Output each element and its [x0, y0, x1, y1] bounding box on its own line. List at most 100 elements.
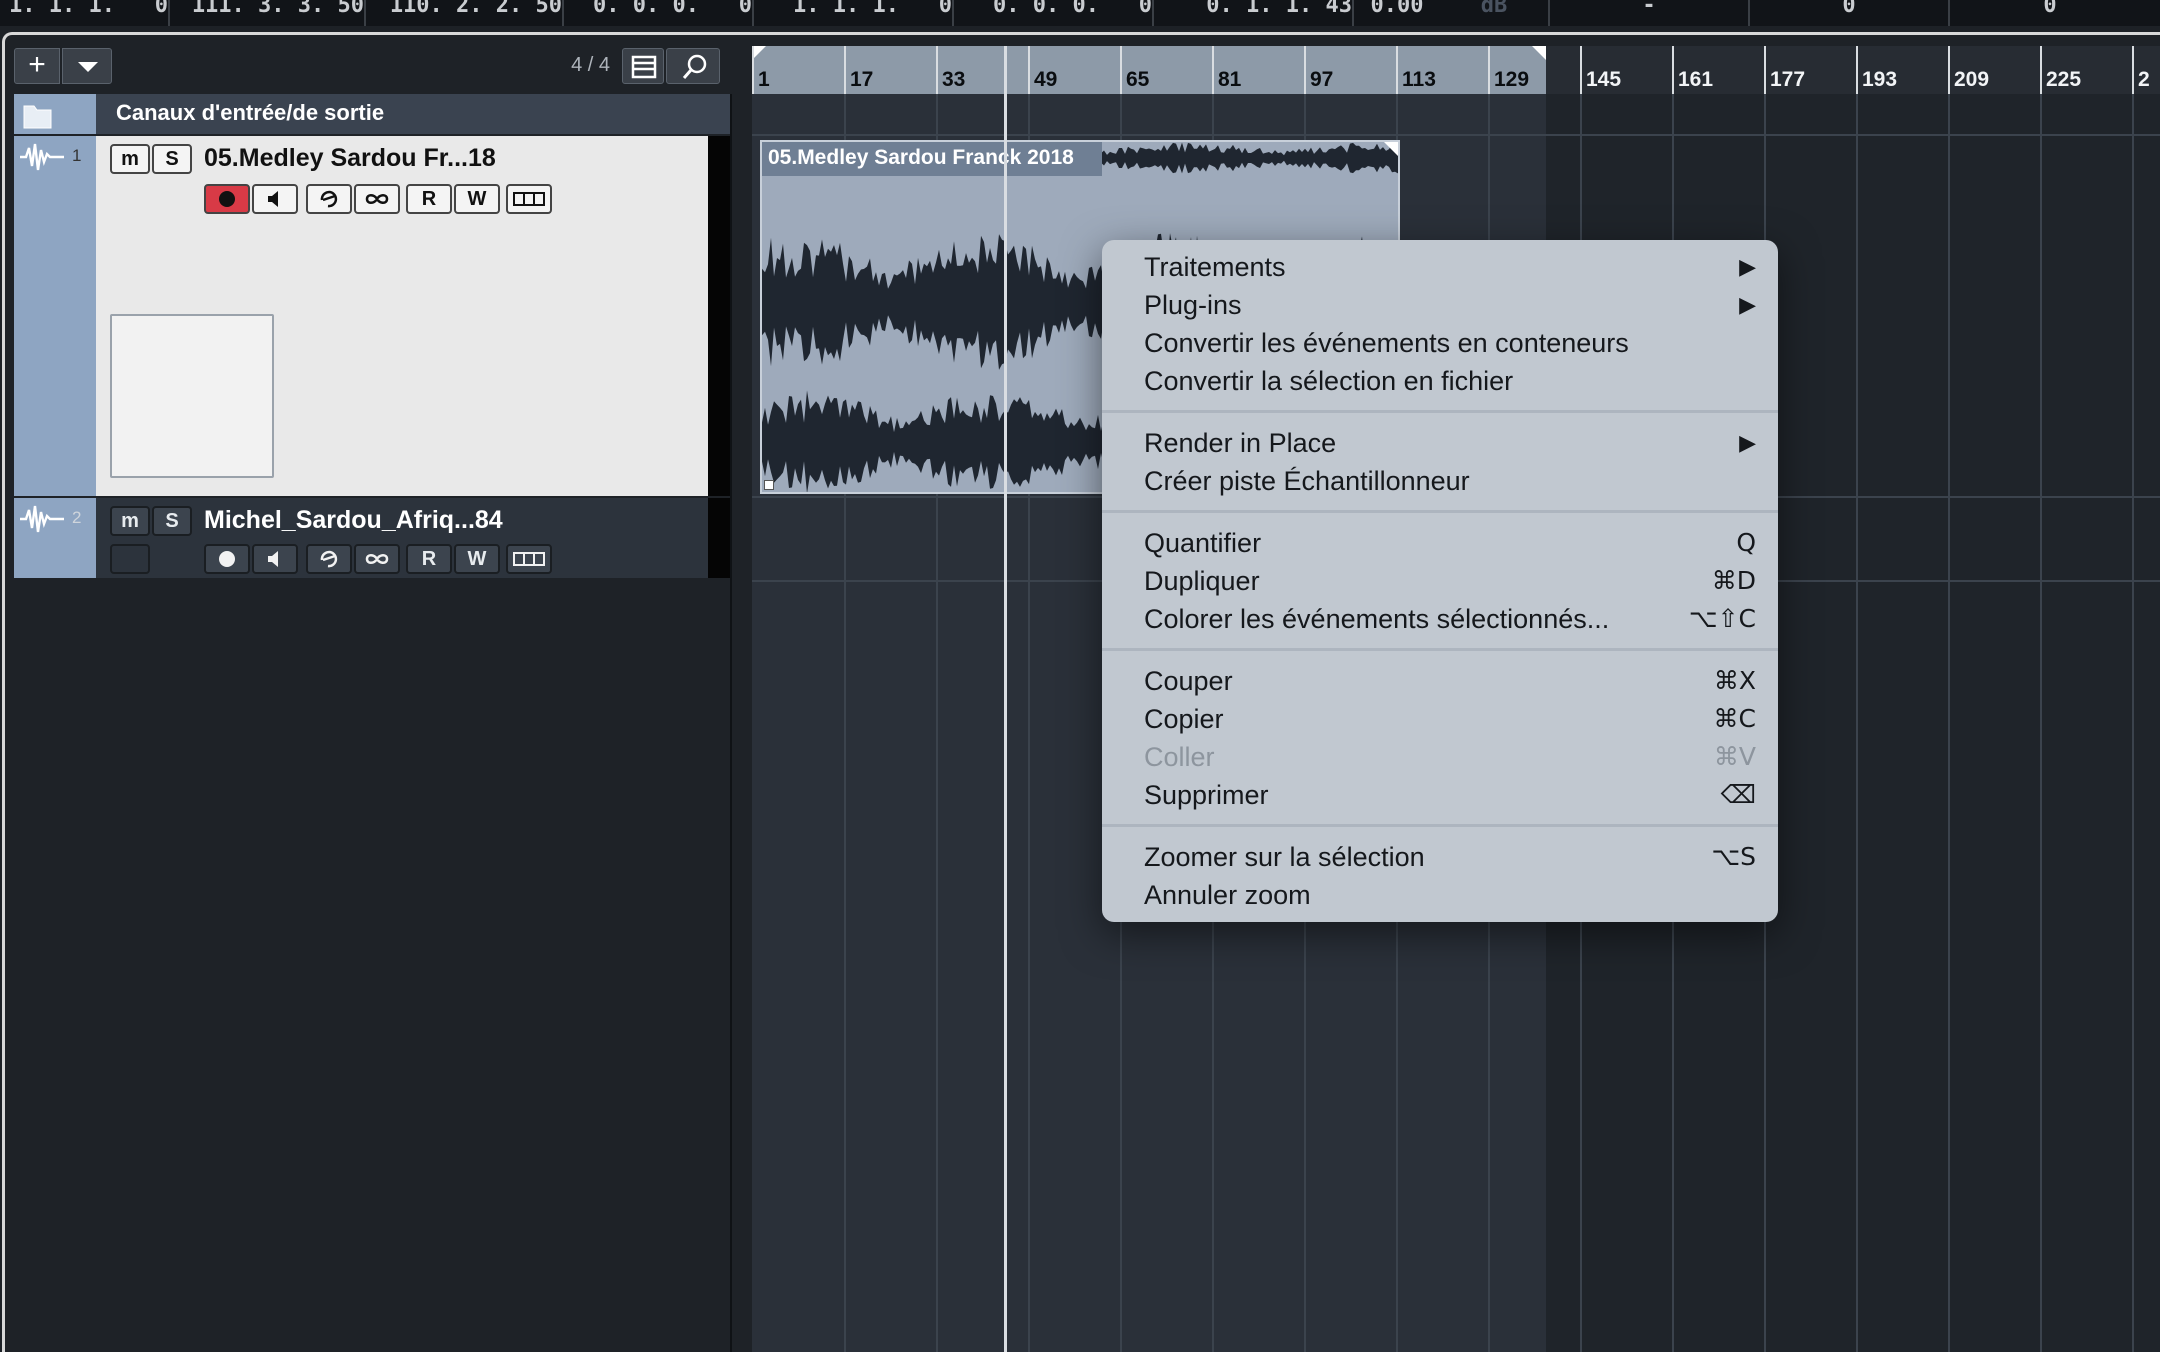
keyboard-button[interactable] [506, 544, 552, 574]
track-list-view-button[interactable] [622, 48, 664, 84]
mute-button[interactable]: m [110, 144, 150, 174]
keyboard-icon [513, 552, 545, 566]
menu-item-delete[interactable]: Supprimer ⌫ [1144, 776, 1756, 814]
menu-item-quantize[interactable]: Quantifier Q [1144, 524, 1756, 562]
read-automation-button[interactable]: R [406, 184, 452, 214]
menu-item-traitements[interactable]: Traitements ▶ [1144, 248, 1756, 286]
track-search-button[interactable] [666, 48, 720, 84]
transport-locator-left[interactable]: 111. 3. 3. 50 [170, 0, 366, 26]
event-volume-handle[interactable] [764, 480, 774, 490]
write-automation-button[interactable]: W [454, 544, 500, 574]
keyboard-icon [513, 192, 545, 206]
delete-key-icon: ⌫ [1720, 780, 1756, 809]
track-picture-placeholder[interactable] [110, 314, 274, 478]
menu-item-convert-to-parts[interactable]: Convertir les événements en conteneurs [1144, 324, 1744, 362]
audio-waveform-icon [20, 143, 64, 171]
link-button[interactable] [354, 184, 400, 214]
right-locator-marker[interactable] [1532, 46, 1546, 60]
menu-item-cut[interactable]: Couper ⌘X [1144, 662, 1756, 700]
timeline-ruler[interactable]: 1 17 33 49 65 81 97 113 129 145 161 177 193 209 225 2 [752, 46, 2160, 94]
solo-button[interactable]: S [152, 144, 192, 174]
ruler-bar-label: 193 [1862, 68, 1898, 91]
track-color-swatch[interactable] [110, 544, 150, 574]
shortcut: ⌘X [1713, 666, 1756, 695]
menu-item-duplicate[interactable]: Dupliquer ⌘D [1144, 562, 1756, 600]
transport-preroll[interactable]: 0. 0. 0. 0 [564, 0, 754, 26]
track-name[interactable]: Michel_Sardou_Afriq...84 [204, 506, 503, 535]
track-list-divider[interactable] [730, 94, 732, 1352]
left-locator-marker[interactable] [752, 46, 766, 60]
track-2[interactable]: 2 m S Michel_Sardou_Afriq...84 R W [14, 498, 730, 578]
transport-punch-in[interactable]: 1. 1. 1. 0 [754, 0, 954, 26]
add-track-menu-button[interactable] [62, 48, 112, 84]
submenu-arrow-icon: ▶ [1739, 254, 1756, 279]
shortcut: ⌥S [1711, 842, 1756, 871]
ruler-bar-label: 113 [1402, 68, 1436, 91]
menu-item-convert-selection-to-file[interactable]: Convertir la sélection en fichier [1144, 362, 1744, 400]
menu-item-plug-ins[interactable]: Plug-ins ▶ [1144, 286, 1756, 324]
grid-line [2132, 94, 2134, 1352]
io-channels-folder[interactable]: Canaux d'entrée/de sortie [14, 94, 730, 134]
menu-item-color-selected-events[interactable]: Colorer les événements sélectionnés... ⌥… [1144, 600, 1756, 638]
read-automation-button[interactable]: R [406, 544, 452, 574]
level-unit: dB [1440, 0, 1550, 26]
ruler-tick [936, 46, 938, 94]
solo-button[interactable]: S [152, 506, 192, 536]
speaker-icon [268, 551, 278, 567]
mute-button[interactable]: m [110, 506, 150, 536]
ruler-tick [844, 46, 846, 94]
ruler-tick [1028, 46, 1030, 94]
ruler-tick [1120, 46, 1122, 94]
submenu-arrow-icon: ▶ [1739, 292, 1756, 317]
list-icon [631, 55, 657, 79]
ruler-tick [1856, 46, 1858, 94]
ruler-bar-label: 65 [1126, 68, 1150, 91]
menu-separator [1102, 410, 1778, 413]
track-1[interactable]: 1 m S 05.Medley Sardou Fr...18 R W [14, 136, 730, 496]
ruler-bar-label: 81 [1218, 68, 1242, 91]
project-cursor[interactable] [1004, 46, 1007, 1352]
transport-position-display[interactable]: 1. 1. 1. 0 [0, 0, 170, 26]
menu-item-copy[interactable]: Copier ⌘C [1144, 700, 1756, 738]
infinity-icon [365, 194, 389, 204]
audio-waveform-icon [20, 505, 64, 533]
ruler-tick [1488, 46, 1490, 94]
event-fade-handle[interactable] [1384, 142, 1398, 156]
ruler-tick [752, 46, 754, 94]
audio-event-name: 05.Medley Sardou Franck 2018 [768, 146, 1074, 169]
menu-item-zoom-to-selection[interactable]: Zoomer sur la sélection ⌥S [1144, 838, 1756, 876]
menu-item-undo-zoom[interactable]: Annuler zoom [1144, 876, 1744, 914]
edit-icon [320, 190, 338, 208]
track-name[interactable]: 05.Medley Sardou Fr...18 [204, 144, 496, 173]
record-icon [219, 551, 235, 567]
menu-separator [1102, 648, 1778, 651]
ruler-bar-label: 49 [1034, 68, 1058, 91]
ruler-tick [1396, 46, 1398, 94]
shortcut: ⌥⇧C [1688, 604, 1756, 633]
add-track-button[interactable]: + [14, 48, 60, 84]
meter-readout-2: 0 [1750, 0, 1950, 26]
edit-channel-button[interactable] [306, 184, 352, 214]
submenu-arrow-icon: ▶ [1739, 430, 1756, 455]
ruler-bar-label: 209 [1954, 68, 1990, 91]
ruler-tick [1672, 46, 1674, 94]
record-enable-button[interactable] [204, 544, 250, 574]
shortcut: ⌘C [1713, 704, 1756, 733]
ruler-tick [1764, 46, 1766, 94]
monitor-button[interactable] [252, 184, 298, 214]
transport-locator-right[interactable]: 110. 2. 2. 50 [366, 0, 564, 26]
ruler-tick [1304, 46, 1306, 94]
monitor-button[interactable] [252, 544, 298, 574]
keyboard-button[interactable] [506, 184, 552, 214]
menu-item-render-in-place[interactable]: Render in Place ▶ [1144, 424, 1756, 462]
menu-item-paste: Coller ⌘V [1144, 738, 1756, 776]
edit-channel-button[interactable] [306, 544, 352, 574]
ruler-tick [1212, 46, 1214, 94]
menu-item-create-sampler-track[interactable]: Créer piste Échantillonneur [1144, 462, 1744, 500]
transport-punch-out[interactable]: 0. 0. 0. 0 [954, 0, 1154, 26]
ruler-bar-label: 161 [1678, 68, 1714, 91]
record-enable-button[interactable] [204, 184, 250, 214]
link-button[interactable] [354, 544, 400, 574]
transport-postroll[interactable]: 0. 1. 1. 43 [1154, 0, 1354, 26]
write-automation-button[interactable]: W [454, 184, 500, 214]
